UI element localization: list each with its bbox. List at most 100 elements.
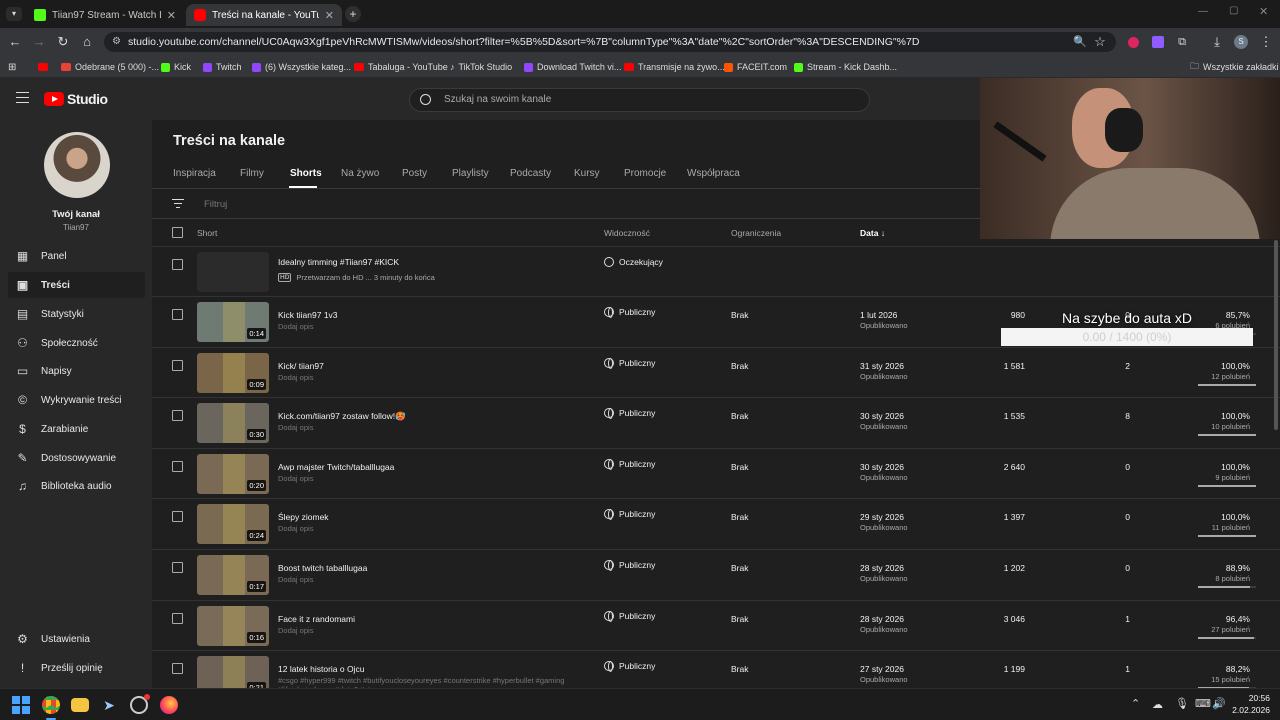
sidebar-item-feedback[interactable]: ! Prześlij opinię xyxy=(8,655,145,681)
video-description[interactable]: #csgo #hyper999 #twitch #butifyoucloseyo… xyxy=(278,676,564,685)
video-description[interactable]: Dodaj opis xyxy=(278,474,313,483)
bookmark-kick[interactable]: Kick xyxy=(161,60,191,74)
video-thumbnail[interactable]: 0:14 xyxy=(197,302,269,342)
search-input[interactable]: Szukaj na swoim kanale xyxy=(409,88,870,112)
tab-courses[interactable]: Kursy xyxy=(574,168,600,179)
bookmark-star-icon[interactable]: ☆ xyxy=(1092,34,1108,50)
video-title[interactable]: Idealny timming #Tiian97 #KICK xyxy=(278,257,399,267)
browser-tab-studio[interactable]: Treści na kanale - YouTube Stu ✕ xyxy=(186,4,342,26)
row-checkbox[interactable] xyxy=(172,309,183,320)
bookmark-download-twitch[interactable]: Download Twitch vi... xyxy=(524,60,621,74)
minimize-window-icon[interactable]: — xyxy=(1198,6,1208,17)
network-icon[interactable]: ⌨ xyxy=(1195,697,1211,710)
steam-icon[interactable]: ➤ xyxy=(100,696,118,714)
video-title[interactable]: Face it z randomami xyxy=(278,614,355,624)
extension-red-icon[interactable] xyxy=(1128,37,1139,48)
video-title[interactable]: 12 latek historia o Ojcu xyxy=(278,664,364,674)
visibility-dropdown[interactable]: Publiczny xyxy=(604,661,655,673)
extensions-puzzle-icon[interactable]: ⧉ xyxy=(1174,34,1190,50)
sidebar-item-content[interactable]: ▣ Treści xyxy=(8,272,145,298)
video-title[interactable]: Kick/ tiian97 xyxy=(278,361,324,371)
all-bookmarks[interactable]: 🗀 Wszystkie zakładki xyxy=(1190,60,1279,74)
bookmark-live[interactable]: Transmisje na żywo... xyxy=(624,60,725,74)
filter-input[interactable]: Filtruj xyxy=(204,199,227,210)
table-row-processing[interactable]: Idealny timming #Tiian97 #KICK HD Przetw… xyxy=(152,246,1280,296)
table-row[interactable]: 0:09 Kick/ tiian97 Dodaj opis Publiczny Brak… xyxy=(152,346,1280,397)
bookmark-faceit[interactable]: FACEIT.com xyxy=(724,60,787,74)
microphone-icon[interactable]: 🎙 xyxy=(1175,697,1189,710)
zoom-icon[interactable]: 🔍 xyxy=(1072,34,1088,50)
channel-avatar[interactable] xyxy=(44,132,110,198)
download-icon[interactable]: ⤓ xyxy=(1209,34,1225,50)
column-date[interactable]: Data ↓ xyxy=(860,228,885,238)
site-info-icon[interactable]: ⚙ xyxy=(112,32,121,52)
sidebar-item-community[interactable]: ⚇ Społeczność xyxy=(8,330,145,356)
video-title[interactable]: Ślepy ziomek xyxy=(278,512,329,522)
bookmark-kick-dashboard[interactable]: Stream - Kick Dashb... xyxy=(794,60,897,74)
extension-purple-icon[interactable] xyxy=(1152,36,1164,48)
visibility-dropdown[interactable]: Publiczny xyxy=(604,307,655,318)
visibility-pending[interactable]: Oczekujący xyxy=(604,257,663,267)
visibility-dropdown[interactable]: Publiczny xyxy=(604,408,655,420)
video-thumbnail[interactable]: 0:30 xyxy=(197,403,269,444)
sidebar-item-copyright[interactable]: © Wykrywanie treści xyxy=(8,387,145,413)
table-row[interactable]: 0:17 Boost twitch taballlugaa Dodaj opis Pu… xyxy=(152,549,1280,599)
tab-inspiration[interactable]: Inspiracja xyxy=(173,168,216,179)
onedrive-icon[interactable]: ☁ xyxy=(1152,698,1163,711)
hamburger-menu-icon[interactable] xyxy=(16,92,29,103)
video-thumbnail[interactable]: 0:20 xyxy=(197,453,269,494)
clock-time[interactable]: 20:56 xyxy=(1238,693,1270,703)
sidebar-item-monetization[interactable]: $ Zarabianie xyxy=(8,416,145,442)
column-visibility[interactable]: Widoczność xyxy=(604,228,650,238)
video-thumbnail[interactable]: 0:17 xyxy=(197,555,269,595)
visibility-dropdown[interactable]: Publiczny xyxy=(604,357,655,369)
tab-posts[interactable]: Posty xyxy=(402,168,427,179)
file-explorer-icon[interactable] xyxy=(71,698,89,712)
browser-tab-kick[interactable]: Tiian97 Stream - Watch Live on ✕ xyxy=(26,4,184,26)
close-tab-icon[interactable]: ✕ xyxy=(167,9,176,22)
video-thumbnail[interactable]: 0:24 xyxy=(197,504,269,545)
sidebar-item-panel[interactable]: ▦ Panel xyxy=(8,243,145,269)
video-description[interactable]: Dodaj opis xyxy=(278,373,313,382)
video-description[interactable]: Dodaj opis xyxy=(278,524,313,533)
video-thumbnail[interactable]: 0:16 xyxy=(197,605,269,646)
sidebar-item-subtitles[interactable]: ▭ Napisy xyxy=(8,358,145,384)
table-row[interactable]: 0:24 Ślepy ziomek Dodaj opis Publiczny Brak 2… xyxy=(152,498,1280,548)
row-checkbox[interactable] xyxy=(172,562,183,573)
row-checkbox[interactable] xyxy=(172,460,183,472)
video-description[interactable]: Dodaj opis xyxy=(278,322,313,331)
windows-start-icon[interactable] xyxy=(12,696,30,714)
new-tab-plus-icon[interactable]: + xyxy=(345,6,361,22)
visibility-dropdown[interactable]: Publiczny xyxy=(604,509,655,521)
tab-podcasts[interactable]: Podcasty xyxy=(510,168,551,179)
restore-window-icon[interactable]: ▢ xyxy=(1229,5,1238,16)
row-checkbox[interactable] xyxy=(172,612,183,624)
filter-icon[interactable] xyxy=(172,199,184,208)
table-row[interactable]: 0:30 Kick.com/tiian97 zostaw follow!🥵 Doda… xyxy=(152,397,1280,447)
bookmark-gmail[interactable]: Odebrane (5 000) -... xyxy=(61,60,159,74)
row-checkbox[interactable] xyxy=(172,259,183,270)
app-notification-icon[interactable] xyxy=(130,694,150,714)
video-description[interactable]: Dodaj opis xyxy=(278,423,313,432)
tab-list-button[interactable]: ▾ xyxy=(6,7,22,21)
row-checkbox[interactable] xyxy=(172,410,183,422)
home-icon[interactable]: ⌂ xyxy=(79,34,95,50)
tab-collaboration[interactable]: Współpraca xyxy=(687,168,740,179)
table-row[interactable]: 0:21 12 latek historia o Ojcu #csgo #hyper… xyxy=(152,650,1280,688)
bookmark-twitch-categories[interactable]: (6) Wszystkie kateg... xyxy=(252,60,351,74)
tab-promotions[interactable]: Promocje xyxy=(624,168,666,179)
tab-live[interactable]: Na żywo xyxy=(341,168,379,179)
table-row[interactable]: 0:16 Face it z randomami Dodaj opis Publicz… xyxy=(152,599,1280,650)
close-tab-icon[interactable]: ✕ xyxy=(325,9,334,22)
scrollbar[interactable] xyxy=(1274,240,1278,430)
row-checkbox[interactable] xyxy=(172,663,183,675)
sidebar-item-analytics[interactable]: ▤ Statystyki xyxy=(8,301,145,327)
forward-arrow-icon[interactable]: → xyxy=(31,34,47,50)
column-restrictions[interactable]: Ograniczenia xyxy=(731,228,781,238)
profile-avatar-icon[interactable]: S xyxy=(1234,35,1248,49)
video-title[interactable]: Awp majster Twitch/taballlugaa xyxy=(278,462,394,472)
sidebar-item-settings[interactable]: ⚙ Ustawienia xyxy=(8,626,145,652)
video-description[interactable]: Dodaj opis xyxy=(278,626,313,635)
browser-menu-icon[interactable]: ⋮ xyxy=(1258,34,1274,50)
sidebar-item-audio-library[interactable]: ♫ Biblioteka audio xyxy=(8,473,145,499)
